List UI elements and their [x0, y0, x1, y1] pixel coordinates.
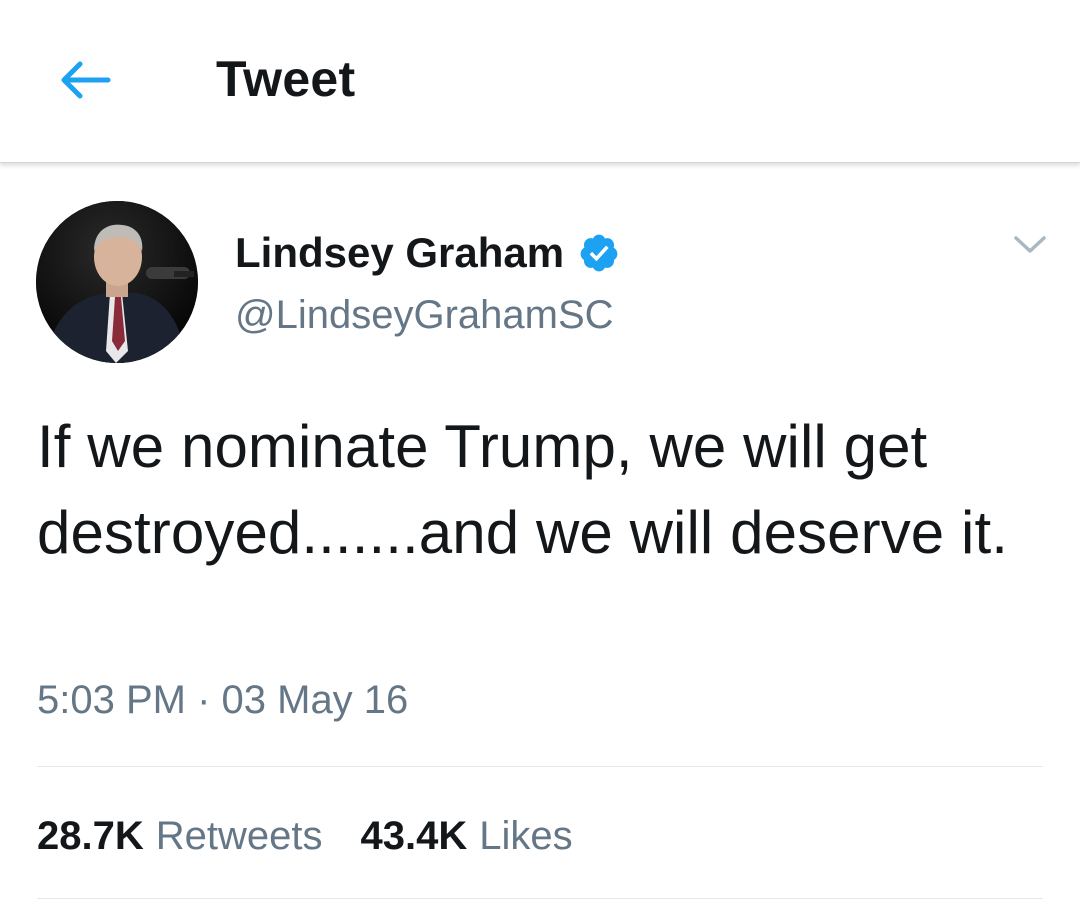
divider: [37, 766, 1043, 767]
retweets-stat[interactable]: 28.7K Retweets: [37, 808, 323, 864]
page-title: Tweet: [216, 51, 356, 107]
avatar-photo: [36, 201, 198, 363]
likes-stat[interactable]: 43.4K Likes: [361, 808, 573, 864]
avatar[interactable]: [36, 201, 198, 363]
author-handle[interactable]: @LindseyGrahamSC: [235, 287, 614, 343]
tweet-options-button[interactable]: [1010, 228, 1050, 262]
arrow-left-icon: [61, 61, 111, 99]
likes-label: Likes: [479, 814, 573, 858]
retweets-label: Retweets: [155, 814, 323, 858]
retweets-count: 28.7K: [37, 814, 144, 858]
tweet-stats: 28.7K Retweets 43.4K Likes: [37, 808, 573, 864]
author-display-name[interactable]: Lindsey Graham: [235, 224, 564, 282]
back-button[interactable]: [52, 50, 118, 110]
likes-count: 43.4K: [360, 814, 468, 858]
tweet-text: If we nominate Trump, we will get destro…: [37, 413, 1009, 566]
chevron-down-icon: [1014, 236, 1046, 253]
top-app-bar: Tweet: [0, 0, 1080, 163]
author-name-row: Lindsey Graham: [235, 224, 620, 282]
verified-badge-icon: [578, 232, 620, 274]
divider: [37, 898, 1043, 899]
tweet-timestamp: 5:03 PM · 03 May 16: [37, 678, 409, 722]
